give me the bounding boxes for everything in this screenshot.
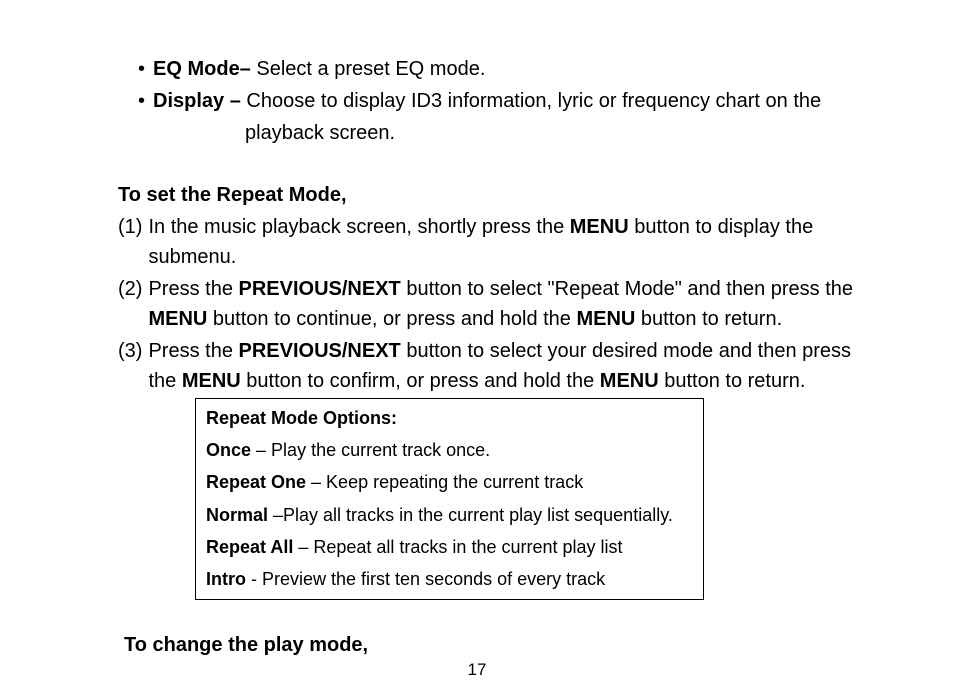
option-repeat-one: Repeat One – Keep repeating the current …	[206, 470, 693, 494]
bullet-marker: •	[138, 54, 145, 84]
heading-repeat-mode: To set the Repeat Mode,	[100, 180, 854, 210]
text: button to return.	[659, 370, 806, 392]
menu-label: MENU	[148, 308, 207, 330]
bullet-content: EQ Mode– Select a preset EQ mode.	[153, 54, 854, 84]
option-repeat-all: Repeat All – Repeat all tracks in the cu…	[206, 535, 693, 559]
option-normal: Normal –Play all tracks in the current p…	[206, 503, 693, 527]
menu-label: MENU	[182, 370, 241, 392]
bullet-content: Display – Choose to display ID3 informat…	[153, 86, 854, 116]
bullet-label: Display –	[153, 90, 241, 112]
option-desc: Keep repeating the current track	[326, 472, 583, 492]
repeat-mode-options-box: Repeat Mode Options: Once – Play the cur…	[195, 398, 704, 600]
bullet-continuation: playback screen.	[138, 118, 854, 148]
prevnext-label: PREVIOUS/NEXT	[239, 278, 401, 300]
text: Press the	[148, 278, 238, 300]
option-desc: Repeat all tracks in the current play li…	[313, 537, 622, 557]
option-sep: –	[251, 440, 271, 460]
step-2: (2) Press the PREVIOUS/NEXT button to se…	[118, 274, 854, 334]
option-name: Repeat All	[206, 537, 293, 557]
option-intro: Intro - Preview the first ten seconds of…	[206, 567, 693, 591]
option-sep: -	[246, 569, 262, 589]
bullet-list: • EQ Mode– Select a preset EQ mode. • Di…	[100, 54, 854, 148]
prevnext-label: PREVIOUS/NEXT	[239, 340, 401, 362]
step-content: Press the PREVIOUS/NEXT button to select…	[148, 274, 854, 334]
numbered-list: (1) In the music playback screen, shortl…	[100, 212, 854, 396]
option-name: Once	[206, 440, 251, 460]
step-marker: (2)	[118, 274, 142, 334]
option-desc: Preview the first ten seconds of every t…	[262, 569, 605, 589]
text: button to confirm, or press and hold the	[241, 370, 600, 392]
text: Press the	[148, 340, 238, 362]
option-sep: –	[293, 537, 313, 557]
step-marker: (3)	[118, 336, 142, 396]
bullet-item-display: • Display – Choose to display ID3 inform…	[138, 86, 854, 116]
option-name: Repeat One	[206, 472, 306, 492]
bullet-label: EQ Mode–	[153, 58, 251, 80]
options-title: Repeat Mode Options:	[206, 405, 693, 432]
option-name: Normal	[206, 505, 268, 525]
option-name: Intro	[206, 569, 246, 589]
step-content: In the music playback screen, shortly pr…	[148, 212, 854, 272]
text: In the music playback screen, shortly pr…	[148, 216, 569, 238]
step-content: Press the PREVIOUS/NEXT button to select…	[148, 336, 854, 396]
bullet-marker: •	[138, 86, 145, 116]
text: button to return.	[635, 308, 782, 330]
option-once: Once – Play the current track once.	[206, 438, 693, 462]
option-desc: Play the current track once.	[271, 440, 490, 460]
menu-label: MENU	[576, 308, 635, 330]
menu-label: MENU	[570, 216, 629, 238]
bullet-text: Choose to display ID3 information, lyric…	[241, 90, 821, 112]
option-desc: Play all tracks in the current play list…	[283, 505, 673, 525]
option-sep: –	[268, 505, 283, 525]
page-number: 17	[0, 657, 954, 683]
text: button to select "Repeat Mode" and then …	[401, 278, 853, 300]
menu-label: MENU	[600, 370, 659, 392]
option-sep: –	[306, 472, 326, 492]
text: button to continue, or press and hold th…	[207, 308, 576, 330]
step-marker: (1)	[118, 212, 142, 272]
step-3: (3) Press the PREVIOUS/NEXT button to se…	[118, 336, 854, 396]
bullet-text: Select a preset EQ mode.	[251, 58, 486, 80]
bullet-item-eq-mode: • EQ Mode– Select a preset EQ mode.	[138, 54, 854, 84]
step-1: (1) In the music playback screen, shortl…	[118, 212, 854, 272]
